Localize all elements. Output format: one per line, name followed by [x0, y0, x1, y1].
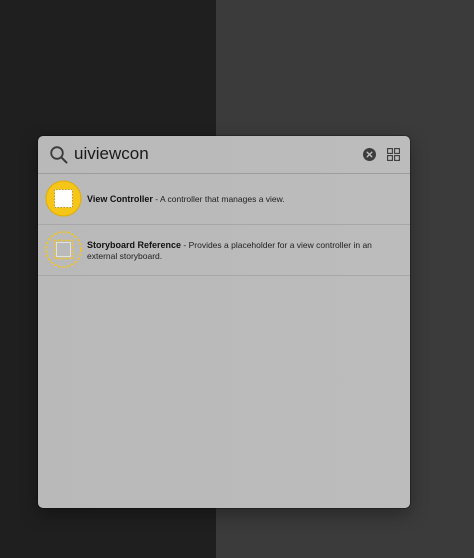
- result-separator: -: [152, 194, 160, 204]
- result-text: View Controller - A controller that mana…: [87, 194, 396, 205]
- result-description: A controller that manages a view.: [159, 194, 285, 204]
- search-icon: [50, 146, 68, 164]
- result-list: View Controller - A controller that mana…: [38, 174, 410, 276]
- object-library-popover: View Controller - A controller that mana…: [38, 136, 410, 508]
- result-title: View Controller: [87, 194, 153, 204]
- search-input[interactable]: [74, 143, 354, 165]
- storyboard-reference-icon: [45, 231, 82, 268]
- result-item-storyboard-reference[interactable]: Storyboard Reference - Provides a placeh…: [38, 225, 410, 276]
- search-bar: [38, 136, 410, 174]
- result-title: Storyboard Reference: [87, 240, 182, 250]
- grid-view-icon[interactable]: [387, 148, 400, 161]
- result-item-view-controller[interactable]: View Controller - A controller that mana…: [38, 174, 410, 225]
- result-separator: -: [181, 240, 189, 250]
- result-text: Storyboard Reference - Provides a placeh…: [87, 240, 396, 262]
- clear-icon[interactable]: [363, 148, 376, 161]
- view-controller-icon: [45, 180, 82, 217]
